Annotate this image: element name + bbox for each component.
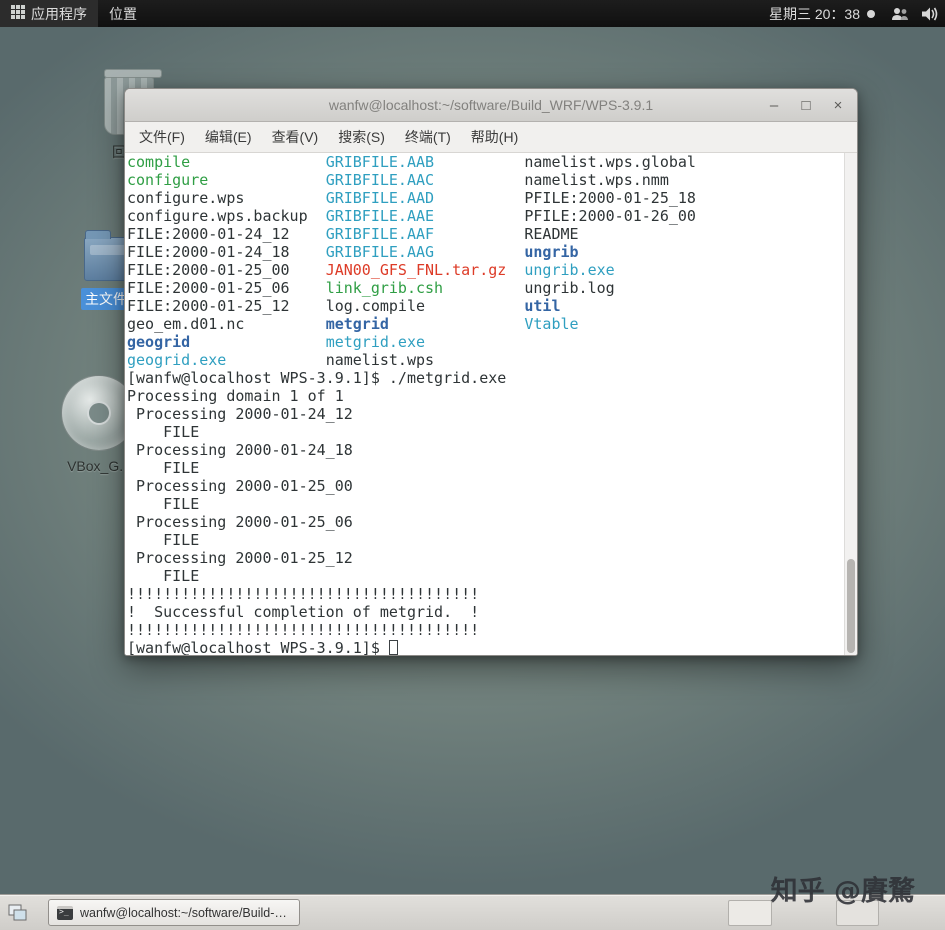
clock-label: 星期三 20：38 [768, 5, 860, 22]
applications-label: 应用程序 [31, 5, 87, 22]
desktop-screen: 应用程序 位置 星期三 20：38 主文件夹 VBox_G... wanfw@l… [0, 0, 945, 930]
terminal-scrollbar[interactable] [844, 153, 857, 655]
desktop: 回收站 主文件夹 VBox_G... wanfw@localhost:~/sof… [0, 27, 945, 894]
window-title: wanfw@localhost:~/software/Build_WRF/WPS… [328, 97, 654, 113]
menubar-item[interactable]: 搜索(S) [328, 122, 395, 152]
user-switcher-icon[interactable] [885, 0, 915, 27]
menubar-item[interactable]: 帮助(H) [461, 122, 528, 152]
terminal-window: wanfw@localhost:~/software/Build_WRF/WPS… [124, 88, 858, 656]
terminal-cursor [388, 640, 398, 655]
clock-indicator-dot [867, 9, 875, 18]
watermark: 知乎 @賡騖 [770, 876, 915, 907]
menubar-item[interactable]: 查看(V) [262, 122, 329, 152]
maximize-button[interactable]: □ [795, 94, 817, 116]
places-menu[interactable]: 位置 [98, 0, 148, 27]
close-button[interactable]: × [827, 94, 849, 116]
taskbar-task-button[interactable]: wanfw@localhost:~/software/Build-… [48, 899, 300, 926]
vbox-cd-label: VBox_G... [67, 458, 131, 474]
scrollbar-thumb[interactable] [847, 559, 855, 653]
window-list-icon [8, 904, 27, 920]
applications-icon [11, 5, 25, 22]
top-panel: 应用程序 位置 星期三 20：38 [0, 0, 945, 27]
menubar-item[interactable]: 编辑(E) [195, 122, 262, 152]
volume-icon[interactable] [915, 0, 945, 27]
menubar-item[interactable]: 终端(T) [395, 122, 461, 152]
workspace-box-1[interactable] [728, 900, 772, 926]
menubar-item[interactable]: 文件(F) [129, 122, 195, 152]
clock[interactable]: 星期三 20：38 [759, 0, 885, 27]
terminal-task-icon [57, 905, 73, 920]
terminal-menubar: 文件(F) 编辑(E) 查看(V) 搜索(S) 终端(T) 帮助(H) [125, 122, 857, 153]
places-label: 位置 [109, 5, 137, 22]
applications-menu[interactable]: 应用程序 [0, 0, 98, 27]
task-label: wanfw@localhost:~/software/Build-… [80, 905, 287, 920]
minimize-button[interactable]: – [763, 94, 785, 116]
window-list-button[interactable] [3, 898, 33, 928]
terminal-output[interactable]: compile GRIBFILE.AAB namelist.wps.global… [125, 153, 857, 655]
terminal-viewport: compile GRIBFILE.AAB namelist.wps.global… [125, 153, 857, 655]
titlebar[interactable]: wanfw@localhost:~/software/Build_WRF/WPS… [125, 89, 857, 122]
